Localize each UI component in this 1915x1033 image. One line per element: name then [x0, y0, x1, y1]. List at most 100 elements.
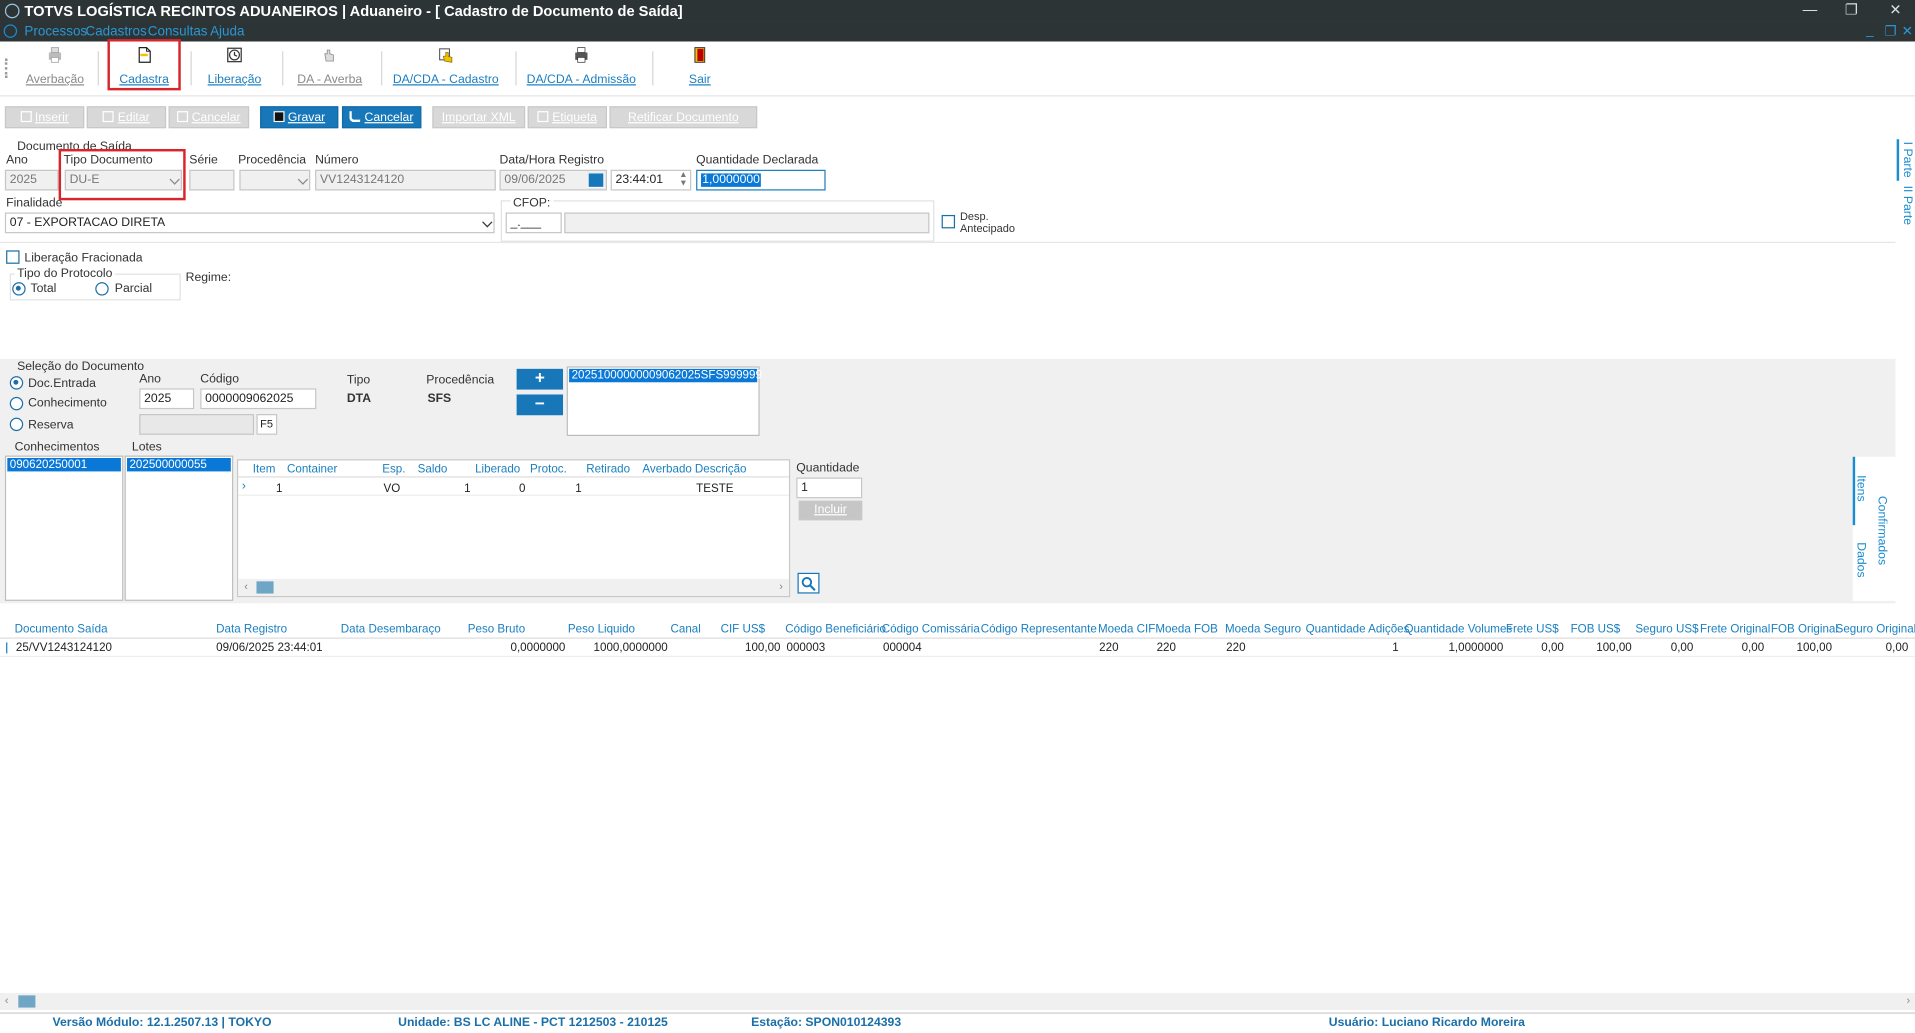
despacho-antecipado-checkbox[interactable]: [941, 214, 956, 229]
col-data-desembaraco[interactable]: Data Desembaraço: [341, 623, 441, 636]
finalidade-select[interactable]: 07 - EXPORTACAO DIRETA: [4, 212, 495, 234]
data-registro-field[interactable]: 09/06/2025: [499, 169, 607, 191]
items-grid[interactable]: Item Container Esp. Saldo Liberado Proto…: [236, 459, 791, 598]
tab-itens[interactable]: Itens: [1854, 475, 1867, 501]
calendar-icon[interactable]: [587, 172, 605, 189]
col-data-registro[interactable]: Data Registro: [216, 623, 287, 636]
remove-document-button[interactable]: −: [516, 394, 564, 416]
minimize-icon[interactable]: —: [1800, 1, 1820, 18]
selected-documents-list[interactable]: 20251000000009062025SFS999999: [566, 366, 762, 437]
lote-item[interactable]: 202500000055: [127, 457, 231, 472]
editar-button[interactable]: Editar: [86, 106, 167, 129]
cancelar-disabled-button[interactable]: Cancelar: [168, 106, 250, 129]
col-quantidade-adicoes[interactable]: Quantidade Adições: [1306, 623, 1410, 636]
doc-entrada-radio[interactable]: [9, 376, 24, 390]
tab-dados[interactable]: Dados: [1854, 542, 1867, 577]
toolbar-sair-button[interactable]: Sair: [679, 44, 721, 90]
col-fob-original[interactable]: FOB Original: [1771, 623, 1838, 636]
selected-document-item[interactable]: 20251000000009062025SFS999999: [569, 368, 762, 383]
retificar-button[interactable]: Retificar Documento: [609, 106, 758, 129]
toolbar-dacda-cadastro-button[interactable]: DA/CDA - Cadastro: [391, 44, 501, 90]
scroll-right-icon[interactable]: ›: [1906, 994, 1910, 1006]
hora-registro-field[interactable]: 23:44:01 ▲ ▼: [610, 169, 692, 191]
col-moeda-seguro[interactable]: Moeda Seguro: [1225, 623, 1301, 636]
col-canal[interactable]: Canal: [670, 623, 700, 636]
mdi-close-icon[interactable]: ✕: [1902, 23, 1913, 39]
items-col-liberado[interactable]: Liberado: [475, 463, 520, 476]
col-codigo-comissaria[interactable]: Código Comissária: [882, 623, 980, 636]
items-col-esp[interactable]: Esp.: [382, 463, 405, 476]
items-col-item[interactable]: Item: [253, 463, 276, 476]
procedencia-select[interactable]: [239, 169, 311, 191]
items-col-container[interactable]: Container: [287, 463, 337, 476]
items-hscrollbar[interactable]: ‹ ›: [238, 578, 789, 596]
toolbar-averbacao-button[interactable]: Averbação: [24, 44, 85, 90]
col-quantidade-volumes[interactable]: Quantidade Volumes: [1404, 623, 1512, 636]
lotes-list[interactable]: 202500000055: [124, 455, 234, 601]
menu-cadastros[interactable]: Cadastros: [85, 24, 146, 39]
col-documento-saida[interactable]: Documento Saída: [15, 623, 108, 636]
sel-ano-field[interactable]: 2025: [139, 388, 195, 410]
add-document-button[interactable]: +: [516, 368, 564, 390]
items-col-saldo[interactable]: Saldo: [418, 463, 448, 476]
tab-confirmados[interactable]: Confirmados: [1875, 496, 1888, 565]
col-cif-usd[interactable]: CIF US$: [721, 623, 766, 636]
scroll-thumb[interactable]: [256, 581, 274, 594]
tab-i-parte[interactable]: I Parte: [1900, 142, 1913, 178]
mdi-restore-icon[interactable]: ❐: [1884, 23, 1896, 39]
main-hscrollbar[interactable]: ‹ ›: [0, 992, 1915, 1011]
col-codigo-representante[interactable]: Código Representante: [981, 623, 1097, 636]
menu-consultas[interactable]: Consultas: [148, 24, 208, 39]
toolbar-da-averba-button[interactable]: DA - Averba: [294, 44, 365, 90]
menu-processos[interactable]: Processos: [24, 24, 87, 39]
items-col-averbado[interactable]: Averbado: [642, 463, 691, 476]
toolbar-dacda-admissao-button[interactable]: DA/CDA - Admissão: [526, 44, 636, 90]
reserva-radio[interactable]: [9, 417, 24, 432]
spin-icon[interactable]: ▲ ▼: [679, 171, 687, 188]
col-codigo-beneficiario[interactable]: Código Beneficiário: [785, 623, 886, 636]
incluir-button[interactable]: Incluir: [798, 500, 863, 521]
conhecimento-item[interactable]: 090620250001: [7, 457, 121, 472]
quantidade-field[interactable]: 1: [796, 477, 863, 499]
col-moeda-fob[interactable]: Moeda FOB: [1155, 623, 1218, 636]
sel-codigo-field[interactable]: 0000009062025: [200, 388, 317, 410]
ano-field[interactable]: 2025: [4, 169, 59, 191]
scroll-right-icon[interactable]: ›: [779, 580, 783, 592]
col-peso-liquido[interactable]: Peso Liquido: [568, 623, 635, 636]
col-peso-bruto[interactable]: Peso Bruto: [468, 623, 525, 636]
restore-icon[interactable]: ❐: [1842, 1, 1862, 18]
items-col-retirado[interactable]: Retirado: [586, 463, 630, 476]
items-col-protoc[interactable]: Protoc.: [530, 463, 567, 476]
conhecimento-radio[interactable]: [9, 396, 24, 411]
quantidade-declarada-field[interactable]: 1,0000000: [696, 169, 826, 191]
parcial-radio[interactable]: [95, 282, 109, 296]
menu-ajuda[interactable]: Ajuda: [210, 24, 244, 39]
gravar-button[interactable]: Gravar: [260, 106, 339, 129]
scroll-left-icon[interactable]: ‹: [244, 580, 248, 592]
total-radio[interactable]: [12, 282, 26, 296]
mdi-minimize-icon[interactable]: _: [1866, 23, 1873, 38]
col-seguro-usd[interactable]: Seguro US$: [1635, 623, 1698, 636]
col-seguro-original[interactable]: Seguro Original: [1836, 623, 1915, 636]
col-moeda-cif[interactable]: Moeda CIF: [1098, 623, 1155, 636]
numero-field[interactable]: VV1243124120: [315, 169, 496, 191]
conhecimentos-list[interactable]: 090620250001: [4, 455, 124, 601]
importar-xml-button[interactable]: Importar XML: [432, 106, 526, 129]
tab-ii-parte[interactable]: II Parte: [1900, 186, 1913, 225]
search-button[interactable]: [797, 572, 820, 594]
cfop-field[interactable]: _.___: [505, 212, 562, 234]
scroll-thumb[interactable]: [18, 995, 36, 1008]
toolbar-liberacao-button[interactable]: Liberação: [204, 44, 265, 90]
f5-button[interactable]: F5: [256, 414, 278, 435]
inserir-button[interactable]: Inserir: [4, 106, 85, 129]
close-icon[interactable]: ✕: [1886, 1, 1906, 18]
serie-field[interactable]: [189, 169, 235, 191]
items-col-descricao[interactable]: Descrição: [695, 463, 747, 476]
cancelar-button[interactable]: Cancelar: [341, 106, 422, 129]
liberacao-fracionada-checkbox[interactable]: [6, 250, 20, 264]
col-frete-usd[interactable]: Frete US$: [1506, 623, 1559, 636]
table-row[interactable]: 25/VV1243124120 09/06/2025 23:44:01 0,00…: [0, 639, 1915, 658]
col-fob-usd[interactable]: FOB US$: [1571, 623, 1621, 636]
scroll-left-icon[interactable]: ‹: [5, 994, 9, 1006]
col-frete-original[interactable]: Frete Original: [1700, 623, 1770, 636]
